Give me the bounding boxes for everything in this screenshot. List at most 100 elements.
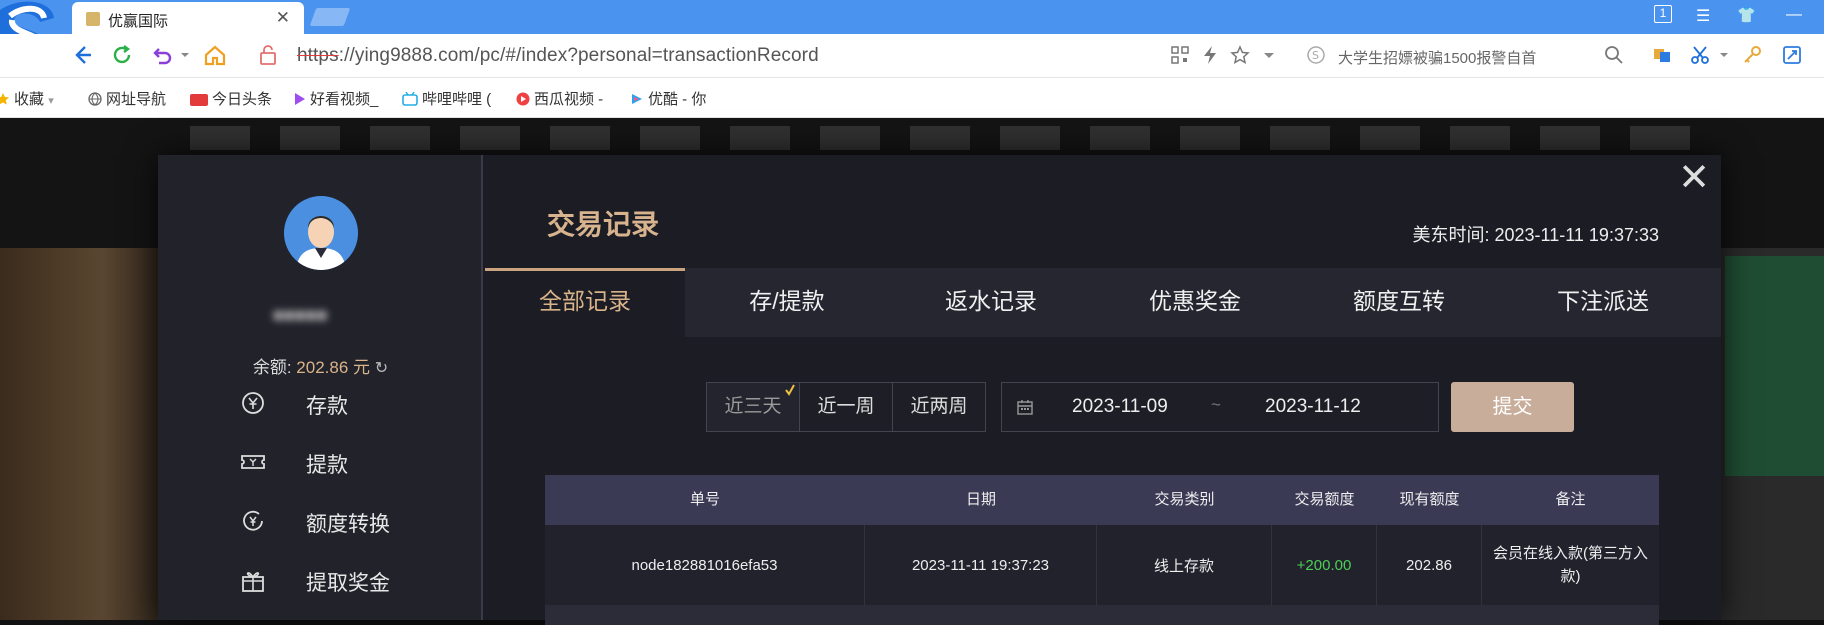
search-engine-icon[interactable]: S xyxy=(1306,45,1326,65)
account-modal: ✕ ■■■■■ 余额: 202.86 元 ↻ 存款 提款 额度转换 提取奖金 交… xyxy=(158,155,1721,625)
backdrop-right-green-panel xyxy=(1725,256,1824,476)
bookmark-toutiao[interactable]: 今日头条 xyxy=(190,88,272,109)
checkmark-icon xyxy=(785,384,795,396)
ticket-icon xyxy=(241,455,265,469)
youku-icon xyxy=(632,94,642,104)
tab-close-icon[interactable]: ✕ xyxy=(276,8,290,28)
column-header-id: 单号 xyxy=(689,491,720,508)
bilibili-icon xyxy=(402,92,418,106)
refresh-icon[interactable] xyxy=(110,43,134,67)
yen-circle-icon xyxy=(242,392,264,414)
tab-title: 优赢国际 xyxy=(108,13,169,30)
tab-rebate-records[interactable]: 返水记录 xyxy=(889,268,1093,337)
globe-icon xyxy=(88,92,102,106)
menu-icon[interactable]: ☰ xyxy=(1696,6,1710,26)
date-start-input[interactable]: 2023-11-09 xyxy=(1072,396,1168,418)
url-protocol: https xyxy=(297,45,339,66)
backdrop-header-strip xyxy=(190,126,1690,150)
sidebar-item-claim-bonus[interactable]: 提取奖金 xyxy=(240,565,480,597)
minimize-icon[interactable]: — xyxy=(1786,6,1802,24)
lightning-icon[interactable] xyxy=(1200,45,1220,65)
translate-icon[interactable] xyxy=(1652,45,1672,65)
qrcode-icon[interactable] xyxy=(1170,45,1190,65)
submit-button[interactable]: 提交 xyxy=(1451,382,1574,432)
tab-credit-transfer[interactable]: 额度互转 xyxy=(1297,268,1501,337)
sidebar-item-deposit[interactable]: 存款 xyxy=(240,388,480,420)
table-header: 单号 日期 交易类别 交易额度 现有额度 备注 xyxy=(545,475,1659,525)
cell-amount: +200.00 xyxy=(1272,525,1377,605)
balance-amount: 202.86 元 xyxy=(296,358,371,377)
date-end-input[interactable]: 2023-11-12 xyxy=(1265,396,1361,418)
column-header-type: 交易类别 xyxy=(1154,491,1215,508)
sidebar-item-withdraw[interactable]: 提款 xyxy=(240,447,480,479)
range-three-days[interactable]: 近三天 xyxy=(706,382,800,432)
column-header-date: 日期 xyxy=(965,491,996,508)
bookmark-xigua[interactable]: 西瓜视频 - xyxy=(516,88,603,109)
refresh-balance-icon[interactable]: ↻ xyxy=(375,360,388,377)
play-icon xyxy=(295,93,305,105)
toutiao-icon xyxy=(190,94,208,106)
bookmark-youku[interactable]: 优酷 - 你 xyxy=(630,88,706,109)
yen-refresh-icon xyxy=(243,510,263,531)
date-range-picker[interactable]: 2023-11-09 ~ 2023-11-12 xyxy=(1001,382,1439,432)
address-dropdown-icon[interactable] xyxy=(1262,45,1276,65)
search-input[interactable]: 大学生招嫖被骗1500报警自首 xyxy=(1338,47,1536,68)
bookmark-site-nav[interactable]: 网址导航 xyxy=(88,88,166,109)
home-icon[interactable] xyxy=(203,43,227,67)
bookmark-favorites[interactable]: 收藏 ▾ xyxy=(0,88,54,109)
browser-tab[interactable]: 优赢国际 ✕ xyxy=(72,2,304,36)
bookmark-bilibili[interactable]: 哔哩哔哩 ( xyxy=(402,88,491,109)
browser-toolbar: https://ying9888.com/pc/#/index?personal… xyxy=(0,34,1824,78)
backdrop-left-banner xyxy=(0,248,170,620)
cell-date: 2023-11-11 19:37:23 xyxy=(865,525,1097,605)
calendar-icon xyxy=(1017,400,1033,415)
tab-all-records[interactable]: 全部记录 xyxy=(485,268,685,337)
site-favicon-icon xyxy=(86,12,100,26)
page-title: 交易记录 xyxy=(547,209,660,240)
scissors-dropdown-icon[interactable] xyxy=(1718,45,1730,65)
back-icon[interactable] xyxy=(70,43,94,67)
tab-bet-bonus[interactable]: 下注派送 xyxy=(1501,268,1705,337)
us-eastern-time: 美东时间: 2023-11-11 19:37:33 xyxy=(1412,225,1659,245)
tab-count-icon[interactable]: 1 xyxy=(1654,5,1672,23)
column-header-balance: 现有额度 xyxy=(1399,491,1460,508)
skin-icon[interactable]: 👕 xyxy=(1737,6,1756,24)
tab-deposit-withdraw[interactable]: 存/提款 xyxy=(685,268,889,337)
user-avatar-icon xyxy=(284,196,358,270)
svg-text:S: S xyxy=(1312,49,1319,62)
modal-main: 交易记录 美东时间: 2023-11-11 19:37:33 全部记录 存/提款… xyxy=(485,155,1721,625)
range-one-week[interactable]: 近一周 xyxy=(799,382,893,432)
date-separator: ~ xyxy=(1211,395,1221,414)
favorites-dropdown-icon[interactable]: ▾ xyxy=(48,95,54,107)
url-path: ://ying9888.com/pc/#/index?personal=tran… xyxy=(338,45,819,66)
record-tabs: 全部记录 存/提款 返水记录 优惠奖金 额度互转 下注派送 xyxy=(485,268,1721,337)
balance-label: 余额: xyxy=(252,358,292,377)
table-row-partial xyxy=(545,605,1659,625)
cell-note: 会员在线入款(第三方入款) xyxy=(1493,545,1648,585)
browser-tab-bar: 优赢国际 ✕ 1 ☰ 👕 — xyxy=(0,0,1824,36)
search-icon[interactable] xyxy=(1604,45,1624,65)
tab-promo-bonus[interactable]: 优惠奖金 xyxy=(1093,268,1297,337)
insecure-lock-icon[interactable] xyxy=(258,43,278,67)
key-icon[interactable] xyxy=(1742,45,1762,65)
extensions-icon[interactable] xyxy=(1782,45,1802,65)
bookmark-haokan[interactable]: 好看视频_ xyxy=(292,88,378,109)
modal-sidebar: ■■■■■ 余额: 202.86 元 ↻ 存款 提款 额度转换 提取奖金 xyxy=(158,155,483,620)
username-masked: ■■■■■ xyxy=(273,305,328,325)
range-two-weeks[interactable]: 近两周 xyxy=(892,382,986,432)
undo-icon[interactable] xyxy=(150,43,174,67)
table-row: node182881016efa53 2023-11-11 19:37:23 线… xyxy=(545,525,1659,605)
star-icon xyxy=(0,93,9,105)
cell-id: node182881016efa53 xyxy=(545,525,865,605)
undo-dropdown-icon[interactable] xyxy=(178,43,192,67)
screenshot-scissors-icon[interactable] xyxy=(1690,45,1710,65)
cell-balance: 202.86 xyxy=(1377,525,1482,605)
favorite-star-icon[interactable] xyxy=(1230,45,1250,65)
sidebar-item-transfer[interactable]: 额度转换 xyxy=(240,506,480,538)
cell-type: 线上存款 xyxy=(1097,525,1272,605)
avatar xyxy=(284,196,358,270)
gift-icon xyxy=(242,572,264,592)
new-tab-button[interactable] xyxy=(309,8,351,26)
address-bar[interactable]: https://ying9888.com/pc/#/index?personal… xyxy=(297,45,819,67)
column-header-amount: 交易额度 xyxy=(1294,491,1355,508)
